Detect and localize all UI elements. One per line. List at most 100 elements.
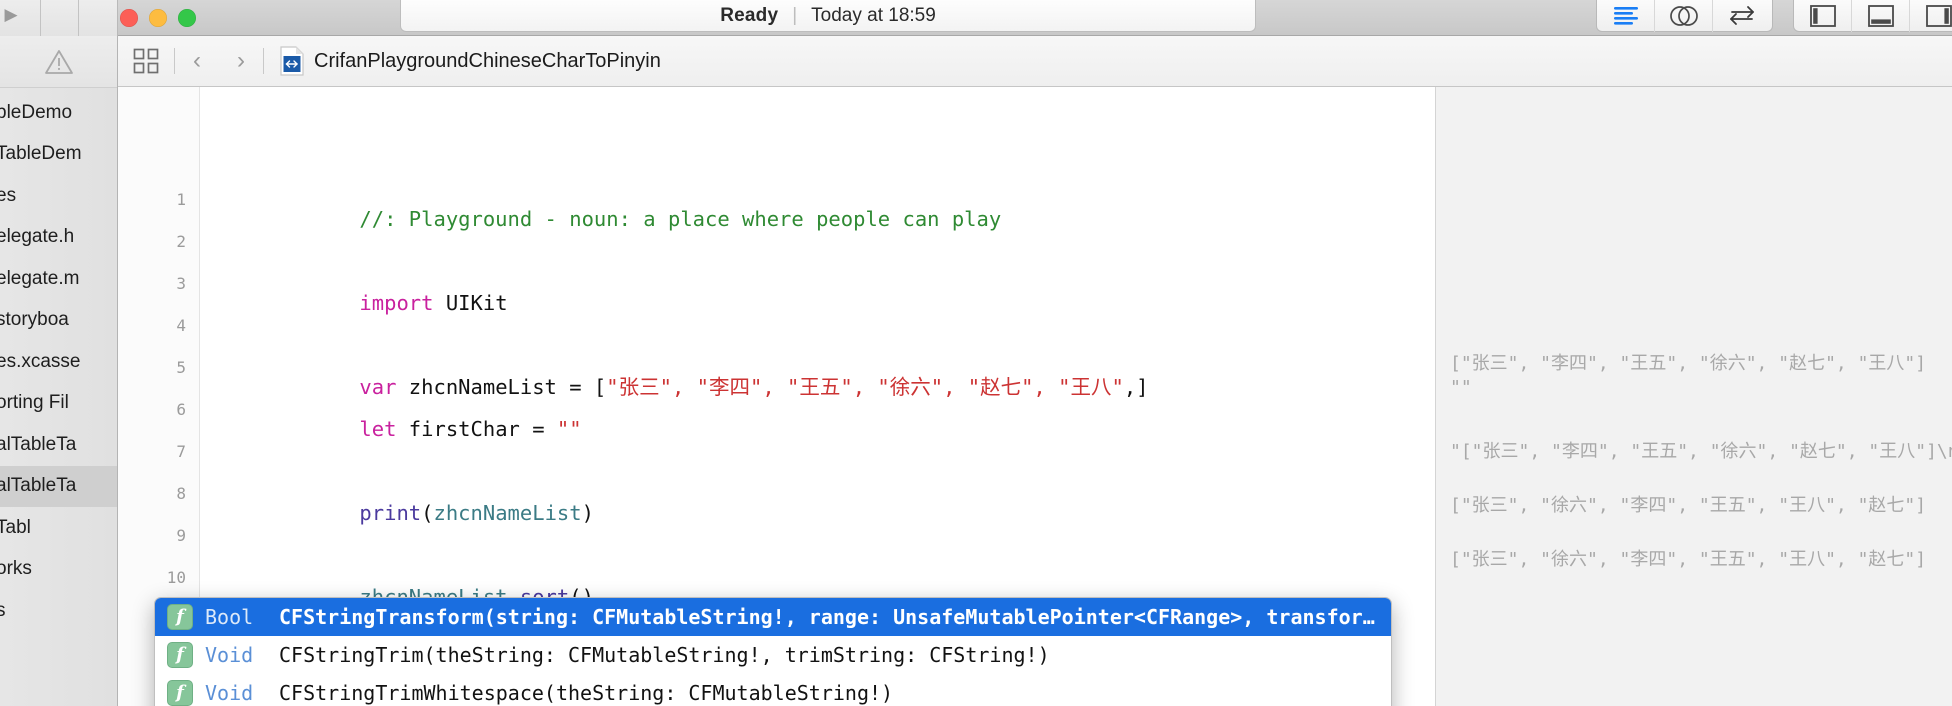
comment-token: //: Playground - noun: a place where peo… (359, 206, 1002, 231)
standard-editor-icon (1613, 6, 1638, 25)
navigator-item[interactable]: s (0, 590, 117, 632)
minimize-window-button[interactable] (149, 9, 167, 27)
keyword-let: let (359, 416, 397, 441)
completion-row[interactable]: f Void CFStringTrim(theString: CFMutableSt… (155, 636, 1391, 674)
result-value[interactable]: ["张三", "徐六", "李四", "王五", "王八", "赵七"] (1450, 545, 1926, 571)
code-line-8: print(zhcnNameList) (236, 482, 594, 544)
project-navigator[interactable]: bleDemo TableDem es elegate.h elegate.m story… (0, 36, 118, 706)
keyword-var: var (359, 374, 397, 399)
navigator-item[interactable]: orting Fil (0, 383, 117, 425)
workspace-layout-group (1793, 0, 1952, 32)
navigator-item[interactable]: TableDem (0, 134, 117, 176)
result-value[interactable]: "" (1450, 377, 1472, 398)
line-number: 5 (176, 358, 186, 377)
print-function: print (359, 500, 422, 525)
completion-signature: CFStringTransform(string: CFMutableStrin… (279, 605, 1379, 629)
close-window-button[interactable] (120, 9, 138, 27)
toggle-navigator-button[interactable] (1794, 0, 1852, 32)
line-number: 10 (166, 568, 186, 587)
navigator-file-list[interactable]: bleDemo TableDem es elegate.h elegate.m story… (0, 88, 117, 632)
navigator-item[interactable]: es (0, 175, 117, 217)
playground-results-sidebar[interactable]: ["张三", "李四", "王五", "徐六", "赵七", "王八"] "" … (1435, 87, 1952, 706)
source-editor[interactable]: 123456789101112131415 //: Playground - n… (118, 87, 1952, 706)
line-number: 4 (176, 316, 186, 335)
warning-triangle-icon[interactable] (44, 49, 74, 75)
navigator-item-label: orting Fil (0, 392, 69, 414)
status-time: Today at 18:59 (811, 4, 936, 26)
navigator-filter-bar (0, 36, 117, 88)
navigator-item-label: Tabl (0, 516, 31, 538)
editor-area: ‹ › CrifanPlaygroundChineseCharToPinyin … (118, 36, 1952, 706)
jumpbar-path[interactable]: CrifanPlaygroundChineseCharToPinyin (264, 36, 661, 87)
completion-row[interactable]: f Void CFStringTrimWhitespace(theString: C… (155, 674, 1391, 706)
navigator-item-label: elegate.h (0, 226, 75, 248)
assistant-editor-icon (1669, 5, 1698, 26)
navigate-back-button[interactable]: ‹ (175, 36, 219, 87)
code-line-6: let firstChar = "" (236, 398, 582, 460)
jumpbar-file-name: CrifanPlaygroundChineseCharToPinyin (314, 49, 661, 72)
constant-name: firstChar (396, 416, 533, 441)
keyword-import: import (359, 290, 434, 315)
left-panel-icon (1809, 4, 1836, 27)
line-number: 9 (176, 526, 186, 545)
toggle-utilities-button[interactable] (1910, 0, 1952, 32)
navigate-forward-button[interactable]: › (219, 36, 263, 87)
result-value[interactable]: ["张三", "徐六", "李四", "王五", "王八", "赵七"] (1450, 491, 1926, 517)
zoom-window-button[interactable] (178, 9, 196, 27)
print-argument: zhcnNameList (433, 500, 582, 525)
navigator-item-label: alTableTa (0, 433, 77, 455)
navigator-item[interactable]: elegate.m (0, 258, 117, 300)
completion-signature: CFStringTrim(theString: CFMutableString!… (279, 643, 1050, 667)
navigator-item[interactable]: alTableTa (0, 465, 117, 507)
right-panel-icon (1926, 4, 1952, 27)
status-state: Ready (720, 4, 779, 26)
completion-row[interactable]: f Bool CFStringTransform(string: CFMutable… (155, 598, 1391, 636)
paren-close: ) (581, 500, 594, 525)
assistant-editor-button[interactable] (1655, 0, 1713, 32)
navigator-item[interactable]: orks (0, 549, 117, 591)
activity-status-bar: Ready | Today at 18:59 (400, 0, 1256, 32)
related-items-button[interactable] (118, 36, 174, 87)
navigator-item[interactable]: Tabl (0, 507, 117, 549)
code-completion-popup[interactable]: f Bool CFStringTransform(string: CFMutable… (154, 597, 1392, 706)
standard-editor-button[interactable] (1597, 0, 1655, 32)
navigator-item-label: alTableTa (0, 475, 77, 497)
navigator-item-label: bleDemo (0, 101, 73, 123)
version-editor-button[interactable] (1713, 0, 1771, 32)
toolbar-left-stub: ▶ (0, 0, 118, 36)
navigator-item[interactable]: elegate.h (0, 217, 117, 259)
window-toolbar: ▶ Ready | Today at 18:59 (0, 0, 1952, 36)
array-close: ,] (1123, 374, 1149, 399)
function-icon: f (167, 604, 193, 630)
code-line-3: import UIKit (236, 272, 508, 334)
module-name: UIKit (433, 290, 508, 315)
xcode-playground-window: ▶ Ready | Today at 18:59 bleDemo TableDe… (0, 0, 1952, 706)
navigator-item-label: es (0, 184, 17, 206)
navigator-item-label: elegate.m (0, 267, 80, 289)
function-icon: f (167, 680, 193, 706)
play-arrow-icon[interactable]: ▶ (0, 2, 22, 28)
result-value[interactable]: "["张三", "李四", "王五", "徐六", "赵七", "王八"]\n" (1450, 437, 1952, 463)
version-editor-icon (1730, 5, 1754, 25)
variable-name: zhcnNameList (396, 374, 570, 399)
playground-file-icon (280, 46, 304, 76)
navigator-item-label: orks (0, 558, 32, 580)
navigator-item[interactable]: es.xcasse (0, 341, 117, 383)
jump-bar: ‹ › CrifanPlaygroundChineseCharToPinyin (118, 36, 1952, 87)
line-number: 2 (176, 232, 186, 251)
navigator-item[interactable]: storyboa (0, 300, 117, 342)
navigator-item-label: TableDem (0, 143, 82, 165)
navigator-item[interactable]: alTableTa (0, 424, 117, 466)
result-value[interactable]: ["张三", "李四", "王五", "徐六", "赵七", "王八"] (1450, 349, 1926, 375)
toggle-debug-area-button[interactable] (1852, 0, 1910, 32)
line-number: 7 (176, 442, 186, 461)
completion-list[interactable]: f Bool CFStringTransform(string: CFMutable… (155, 598, 1391, 706)
empty-string-literal: "" (556, 416, 582, 441)
line-number: 6 (176, 400, 186, 419)
line-number: 1 (176, 190, 186, 209)
status-separator: | (792, 4, 798, 26)
completion-return-type: Void (205, 643, 254, 667)
navigator-item[interactable]: bleDemo (0, 92, 117, 134)
code-line-1: //: Playground - noun: a place where peo… (236, 188, 1001, 250)
editor-mode-group (1596, 0, 1773, 32)
